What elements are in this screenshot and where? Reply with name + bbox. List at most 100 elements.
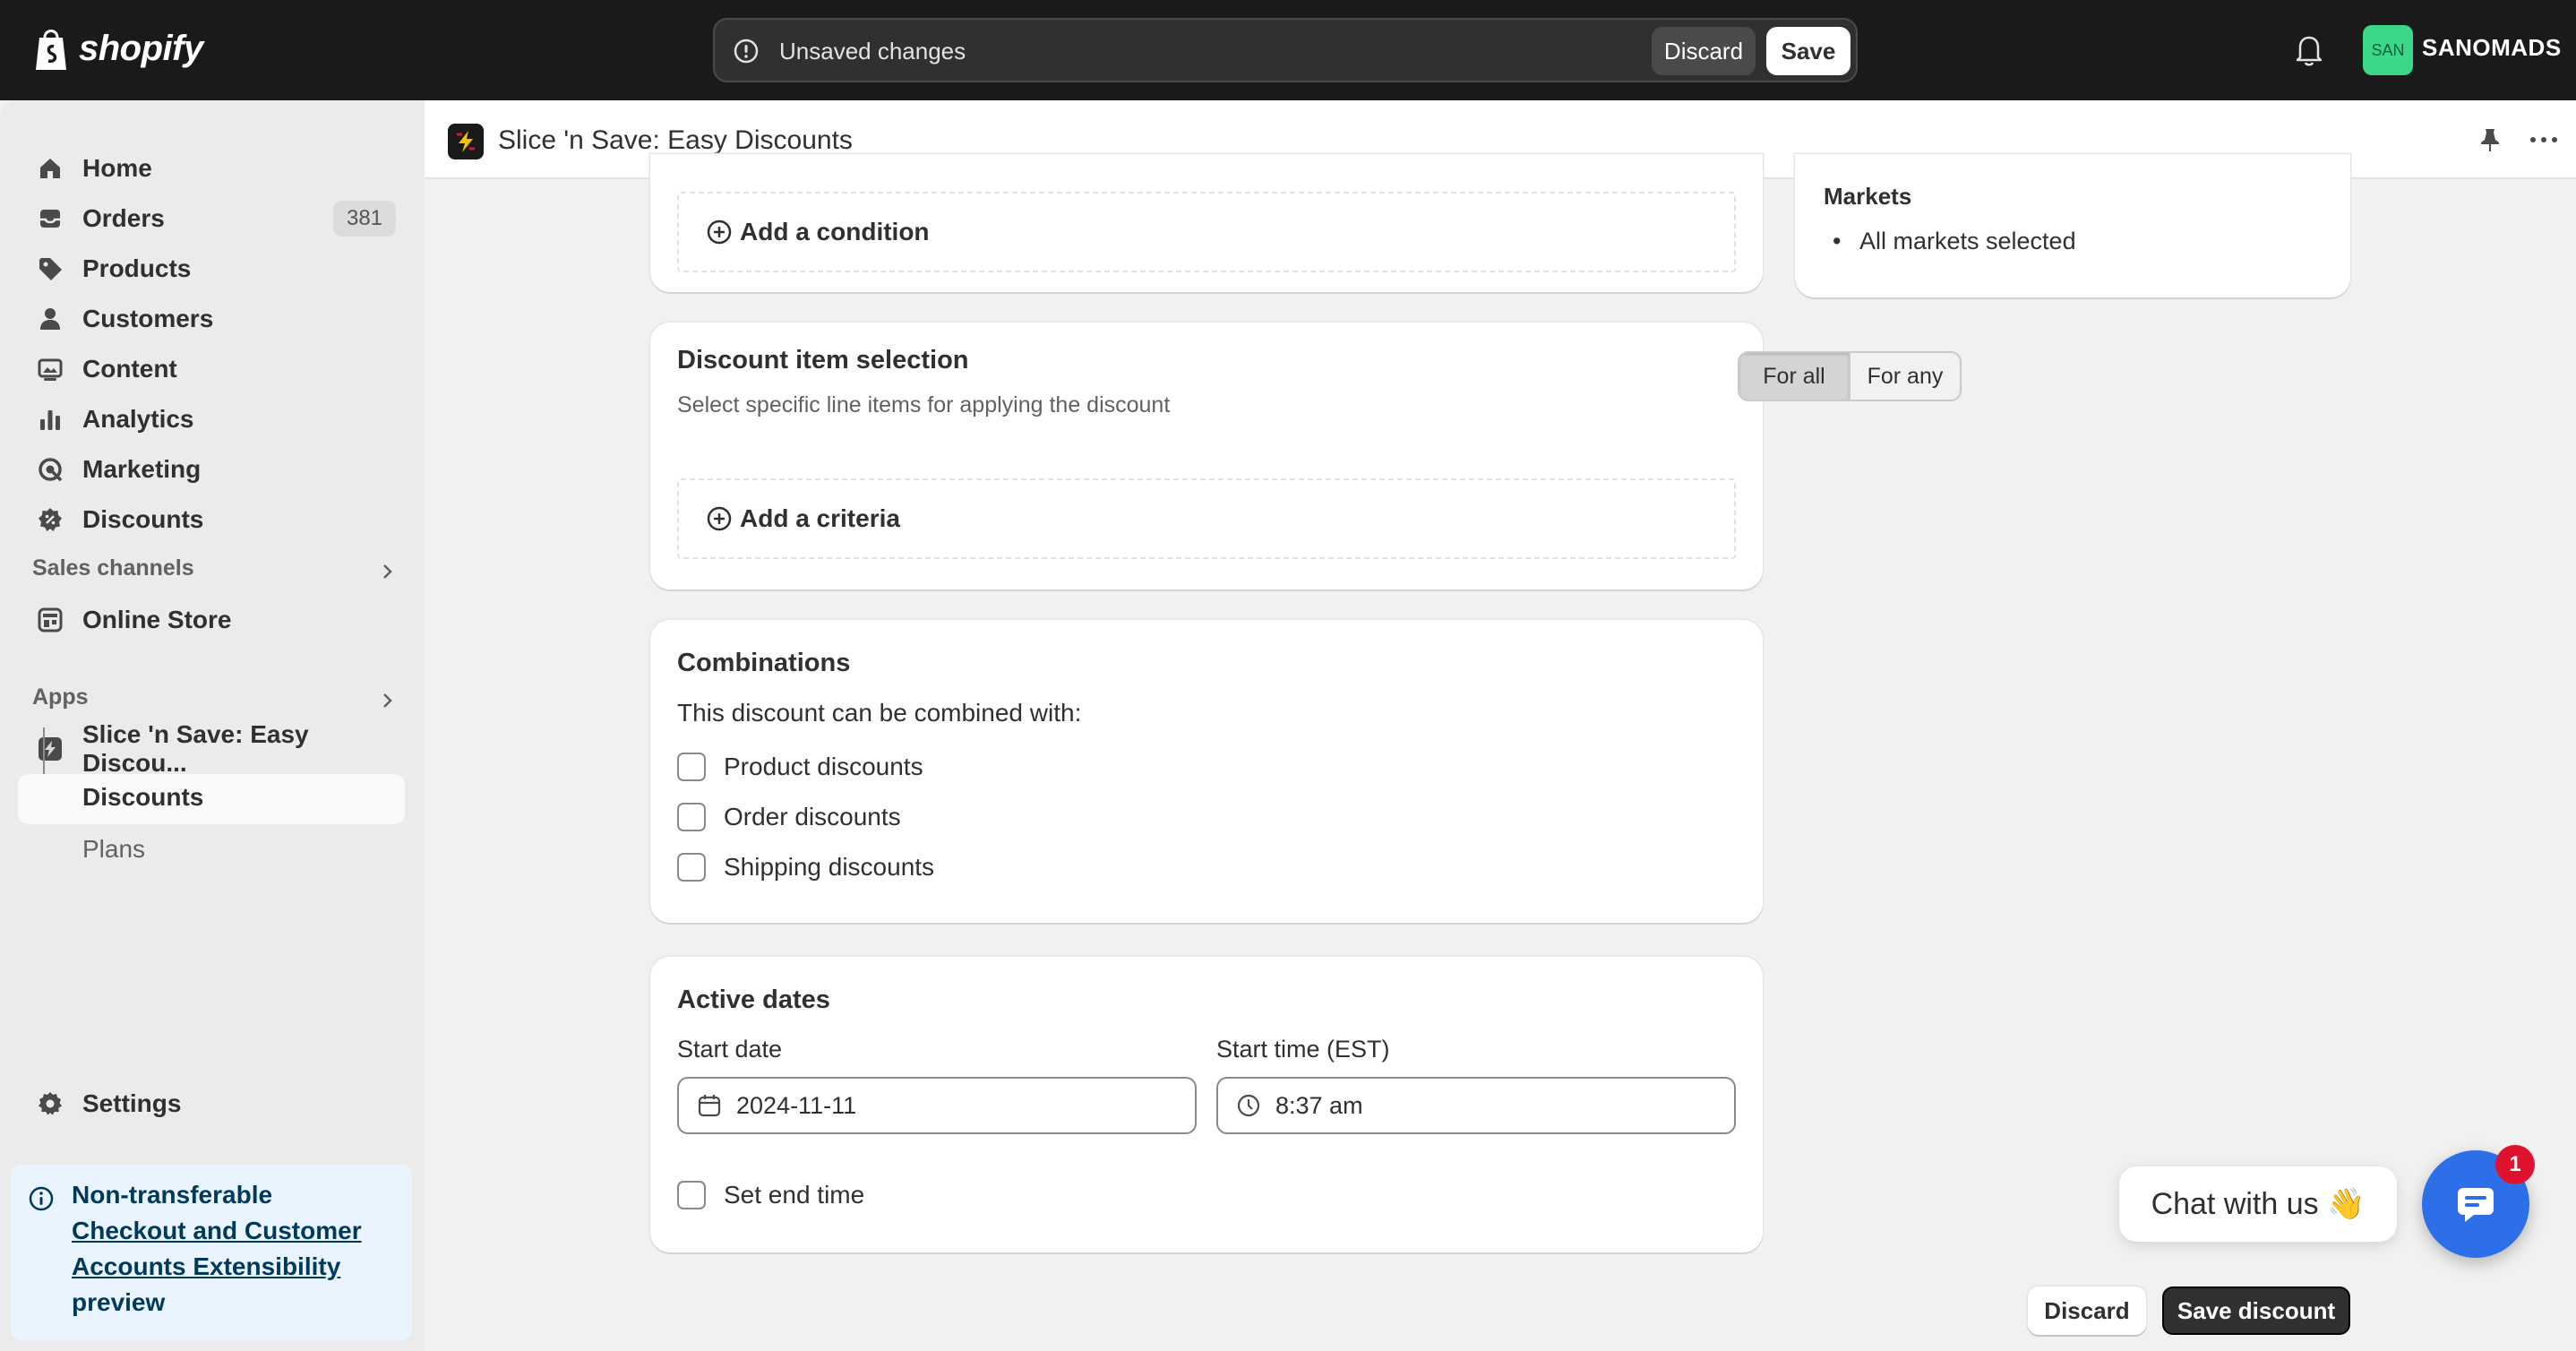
discount-item-selection-card: Discount item selection Select specific … [650, 323, 1962, 589]
bell-icon[interactable] [2293, 32, 2325, 68]
shipping-discounts-checkbox[interactable]: Shipping discounts [677, 853, 934, 882]
save-button[interactable]: Save [1766, 27, 1850, 75]
app-logo-icon [448, 124, 484, 159]
card-subtitle: Select specific line items for applying … [677, 392, 1171, 417]
order-discounts-checkbox[interactable]: Order discounts [677, 803, 901, 831]
store-avatar[interactable]: SAN [2363, 25, 2413, 75]
sidebar-item-orders[interactable]: Orders 381 [18, 195, 405, 242]
sidebar-item-label: Online Store [82, 606, 232, 633]
start-date-label: Start date [677, 1036, 783, 1063]
card-title: Combinations [677, 649, 851, 677]
chevron-right-icon[interactable] [376, 561, 398, 582]
apps-heading: Apps [32, 684, 89, 710]
sidebar-subitem-plans[interactable]: Plans [18, 826, 405, 873]
sidebar-item-label: Products [82, 254, 192, 282]
sidebar-item-label: Customers [82, 305, 214, 332]
checkbox[interactable] [677, 853, 706, 882]
checkbox-label: Order discounts [724, 803, 901, 830]
markets-item: All markets selected [1859, 228, 2076, 254]
sales-channels-heading: Sales channels [32, 555, 194, 581]
chat-notification-badge: 1 [2495, 1145, 2535, 1184]
unsaved-changes-text: Unsaved changes [779, 38, 966, 65]
chat-with-us-button[interactable]: Chat with us 👋 [2119, 1166, 2397, 1242]
shopify-bag-icon [36, 30, 66, 70]
plus-circle-icon [707, 219, 732, 245]
tag-icon [39, 258, 62, 280]
clock-icon [1237, 1094, 1260, 1117]
checkbox-label: Set end time [724, 1181, 865, 1209]
target-icon [39, 458, 63, 482]
orders-count-badge: 381 [333, 201, 396, 237]
add-criteria-button[interactable]: Add a criteria [677, 478, 1736, 559]
home-icon [40, 159, 60, 178]
sidebar-item-label: Marketing [82, 455, 202, 483]
brand-name: shopify [79, 28, 203, 68]
product-discounts-checkbox[interactable]: Product discounts [677, 753, 923, 781]
sidebar-item-label: Discounts [82, 505, 204, 533]
sidebar-item-label: Content [82, 355, 177, 383]
store-icon [38, 607, 63, 632]
sidebar-item-analytics[interactable]: Analytics [18, 396, 405, 443]
checkbox[interactable] [677, 753, 706, 781]
content-icon [38, 358, 63, 381]
add-condition-label: Add a condition [740, 218, 930, 245]
notice-text: Non-transferable [72, 1181, 273, 1209]
conditions-card: Add a condition [650, 154, 1763, 292]
active-dates-card: Active dates Start date 2024-11-11 Start… [650, 957, 1763, 1252]
markets-bullet: • [1833, 228, 1842, 254]
sidebar-subitem-discounts[interactable]: Discounts [18, 774, 405, 824]
sidebar-item-app-slice-n-save[interactable]: Slice 'n Save: Easy Discou... [18, 720, 405, 777]
pin-icon[interactable] [2476, 125, 2504, 154]
extensibility-link[interactable]: Checkout and Customer Accounts Extensibi… [72, 1217, 362, 1280]
discard-discount-button[interactable]: Discard [2028, 1286, 2146, 1335]
shopify-logo[interactable]: shopify [32, 25, 203, 72]
more-horizontal-icon[interactable] [2528, 125, 2560, 154]
sidebar-item-marketing[interactable]: Marketing [18, 446, 405, 493]
sidebar-item-settings[interactable]: Settings [18, 1080, 405, 1127]
segment-for-all[interactable]: For all [1739, 353, 1849, 400]
store-name[interactable]: SANOMADS [2422, 34, 2562, 62]
sidebar-item-discounts[interactable]: Discounts [18, 496, 405, 543]
extensibility-preview-notice: Non-transferable Checkout and Customer A… [11, 1165, 412, 1340]
segment-for-any[interactable]: For any [1849, 353, 1960, 400]
plus-circle-icon [707, 506, 732, 531]
sidebar-item-label: Home [82, 154, 152, 182]
orders-icon [40, 210, 60, 228]
bar-chart-icon [40, 410, 60, 430]
sidebar-item-label: Discounts [82, 783, 204, 811]
sidebar: Home Orders 381 Products Customers Conte… [0, 100, 425, 1351]
sidebar-item-label: Plans [82, 835, 146, 863]
main-content: Slice 'n Save: Easy Discounts Add a cond… [425, 100, 2576, 1351]
discard-button[interactable]: Discard [1652, 27, 1756, 75]
sidebar-item-label: Analytics [82, 405, 194, 433]
checkbox[interactable] [677, 803, 706, 831]
gear-icon [39, 1092, 62, 1115]
checkbox-label: Shipping discounts [724, 853, 935, 881]
discount-icon [39, 508, 62, 531]
chevron-right-icon[interactable] [376, 690, 398, 711]
start-time-field[interactable]: 8:37 am [1216, 1077, 1736, 1134]
sidebar-item-home[interactable]: Home [18, 145, 405, 192]
checkbox-label: Product discounts [724, 753, 923, 780]
card-title: Discount item selection [677, 346, 969, 374]
sidebar-item-label: Settings [82, 1089, 182, 1117]
set-end-time-checkbox[interactable]: Set end time [677, 1181, 864, 1209]
start-date-value: 2024-11-11 [736, 1091, 857, 1119]
checkbox[interactable] [677, 1181, 706, 1209]
add-condition-button[interactable]: Add a condition [677, 192, 1736, 272]
notice-text: preview [72, 1288, 166, 1316]
item-selection-segmented-control: For all For any [1738, 351, 1962, 401]
calendar-icon [698, 1095, 721, 1117]
info-icon [29, 1186, 54, 1211]
sidebar-item-label: Orders [82, 204, 165, 232]
unsaved-changes-bar: Unsaved changes Discard Save [713, 18, 1858, 82]
sidebar-item-online-store[interactable]: Online Store [18, 597, 405, 643]
sidebar-item-customers[interactable]: Customers [18, 296, 405, 342]
save-discount-button[interactable]: Save discount [2162, 1286, 2350, 1335]
person-icon [40, 308, 60, 330]
sidebar-item-content[interactable]: Content [18, 346, 405, 392]
card-subtitle: This discount can be combined with: [677, 699, 1082, 727]
sidebar-item-products[interactable]: Products [18, 245, 405, 292]
start-date-field[interactable]: 2024-11-11 [677, 1077, 1197, 1134]
alert-circle-icon [734, 39, 759, 64]
